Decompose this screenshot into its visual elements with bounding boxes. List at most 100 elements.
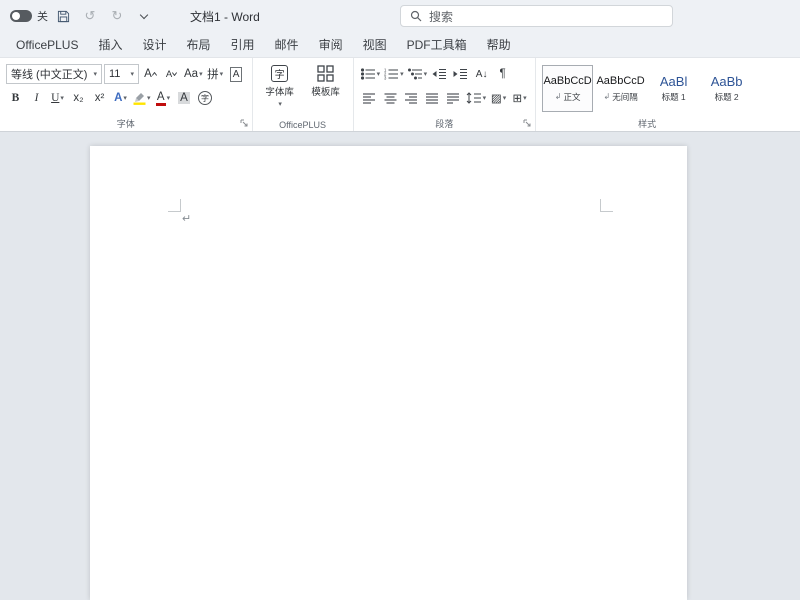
tab-officeplus[interactable]: OfficePLUS <box>6 33 88 57</box>
pinyin-guide-button[interactable]: 拼 ▾ <box>206 64 225 84</box>
svg-text:3: 3 <box>384 76 387 80</box>
chevron-down-icon <box>140 11 148 19</box>
align-right-icon <box>405 93 418 104</box>
align-center-icon <box>384 93 397 104</box>
style-card-heading1[interactable]: AaBl 标题 1 <box>648 65 699 112</box>
tab-help[interactable]: 帮助 <box>477 33 521 57</box>
line-spacing-icon <box>466 92 482 104</box>
multilevel-list-button[interactable]: ▾ <box>407 64 429 84</box>
document-area[interactable]: ↵ <box>0 132 800 600</box>
superscript-button[interactable]: x² <box>90 88 109 108</box>
template-library-button[interactable]: 模板库 <box>305 62 347 108</box>
style-name: ↲ 正文 <box>555 91 581 103</box>
decrease-indent-button[interactable] <box>430 64 449 84</box>
chevron-down-icon: ▾ <box>278 100 282 108</box>
redo-button[interactable]: ↻ <box>105 4 129 28</box>
style-name: 标题 1 <box>662 91 686 103</box>
style-card-normal[interactable]: AaBbCcD ↲ 正文 <box>542 65 593 112</box>
ribbon-tab-bar: OfficePLUS 插入 设计 布局 引用 邮件 审阅 视图 PDF工具箱 帮… <box>0 32 800 58</box>
tab-layout[interactable]: 布局 <box>177 33 221 57</box>
quick-access-more-button[interactable] <box>132 4 156 28</box>
sort-button[interactable]: A↓ <box>472 64 491 84</box>
font-dialog-launcher[interactable] <box>240 119 249 128</box>
chevron-down-icon: ▾ <box>199 70 203 78</box>
character-shading-icon: A <box>178 92 190 104</box>
paragraph-dialog-launcher[interactable] <box>523 119 532 128</box>
underline-icon: U <box>51 92 59 104</box>
shading-icon: ▨ <box>491 91 502 105</box>
enclose-characters-button[interactable]: 字 <box>196 88 215 108</box>
styles-group-label: 样式 <box>536 117 758 130</box>
style-sample: AaBl <box>660 75 687 88</box>
italic-icon: I <box>35 92 39 104</box>
increase-font-size-button[interactable]: A <box>141 64 160 84</box>
autosave-toggle[interactable]: 关 <box>10 8 48 24</box>
undo-button[interactable]: ↺ <box>78 4 102 28</box>
save-icon <box>57 10 70 23</box>
shading-button[interactable]: ▨ ▾ <box>489 88 508 108</box>
search-box[interactable]: 搜索 <box>400 5 673 27</box>
paragraph-mark: ↵ <box>182 212 191 225</box>
style-card-no-spacing[interactable]: AaBbCcD ↲ 无间隔 <box>595 65 646 112</box>
text-highlight-button[interactable]: ▾ <box>132 88 152 108</box>
toggle-switch-icon <box>10 10 32 22</box>
font-name-combobox[interactable]: 等线 (中文正文) ▾ <box>6 64 102 84</box>
multilevel-list-icon <box>408 68 423 80</box>
distribute-button[interactable] <box>444 88 463 108</box>
tab-view[interactable]: 视图 <box>353 33 397 57</box>
bullets-button[interactable]: ▾ <box>360 64 382 84</box>
align-center-button[interactable] <box>381 88 400 108</box>
tab-design[interactable]: 设计 <box>133 33 177 57</box>
document-page[interactable]: ↵ <box>90 146 687 600</box>
font-size-combobox[interactable]: 11 ▾ <box>104 64 139 84</box>
show-hide-marks-button[interactable]: ¶ <box>493 64 512 84</box>
officeplus-group-label: OfficePLUS <box>253 120 353 130</box>
save-button[interactable] <box>51 4 75 28</box>
highlighter-icon <box>133 91 146 105</box>
tab-mailings[interactable]: 邮件 <box>265 33 309 57</box>
decrease-font-size-button[interactable]: A <box>162 64 181 84</box>
tab-pdf-tools[interactable]: PDF工具箱 <box>397 33 477 57</box>
chevron-down-icon: ▾ <box>424 70 428 78</box>
character-shading-button[interactable]: A <box>175 88 194 108</box>
change-case-button[interactable]: Aa ▾ <box>183 64 204 84</box>
bullets-icon <box>361 68 376 80</box>
increase-indent-icon <box>453 68 468 80</box>
align-left-button[interactable] <box>360 88 379 108</box>
redo-icon: ↻ <box>112 8 123 24</box>
numbering-button[interactable]: 1 2 3 ▾ <box>383 64 405 84</box>
align-right-button[interactable] <box>402 88 421 108</box>
justify-button[interactable] <box>423 88 442 108</box>
chevron-down-icon: ▾ <box>60 94 64 102</box>
italic-button[interactable]: I <box>27 88 46 108</box>
font-library-button[interactable]: 字 字体库 ▾ <box>259 62 301 108</box>
change-case-icon: Aa <box>184 68 198 80</box>
increase-indent-button[interactable] <box>451 64 470 84</box>
distribute-icon <box>447 93 460 104</box>
search-icon <box>410 10 422 22</box>
tab-review[interactable]: 审阅 <box>309 33 353 57</box>
style-sample: AaBb <box>711 75 743 88</box>
tab-insert[interactable]: 插入 <box>88 33 132 57</box>
subscript-button[interactable]: x₂ <box>69 88 88 108</box>
font-name-value: 等线 (中文正文) <box>11 66 87 82</box>
text-effects-button[interactable]: A ▾ <box>111 88 130 108</box>
template-library-label: 模板库 <box>311 84 340 98</box>
title-bar: 关 ↺ ↻ 文档1 - Word 搜索 <box>0 0 800 32</box>
paragraph-group-label: 段落 <box>354 117 536 130</box>
bold-button[interactable]: B <box>6 88 25 108</box>
font-color-button[interactable]: A ▾ <box>154 88 173 108</box>
underline-button[interactable]: U ▾ <box>48 88 67 108</box>
bold-icon: B <box>12 92 20 104</box>
font-library-label: 字体库 <box>265 84 294 98</box>
paragraph-return-icon: ↲ <box>555 92 562 101</box>
style-gallery: AaBbCcD ↲ 正文 AaBbCcD ↲ 无间隔 AaBl 标题 1 <box>542 65 752 112</box>
margin-crop-mark-top-right <box>600 199 613 212</box>
chevron-down-icon: ▾ <box>523 94 527 102</box>
borders-button[interactable]: ⊞ ▾ <box>510 88 529 108</box>
character-border-button[interactable]: A <box>227 64 246 84</box>
tab-references[interactable]: 引用 <box>221 33 265 57</box>
style-card-heading2[interactable]: AaBb 标题 2 <box>701 65 752 112</box>
line-spacing-button[interactable]: ▾ <box>465 88 488 108</box>
chevron-down-icon: ▾ <box>377 70 381 78</box>
